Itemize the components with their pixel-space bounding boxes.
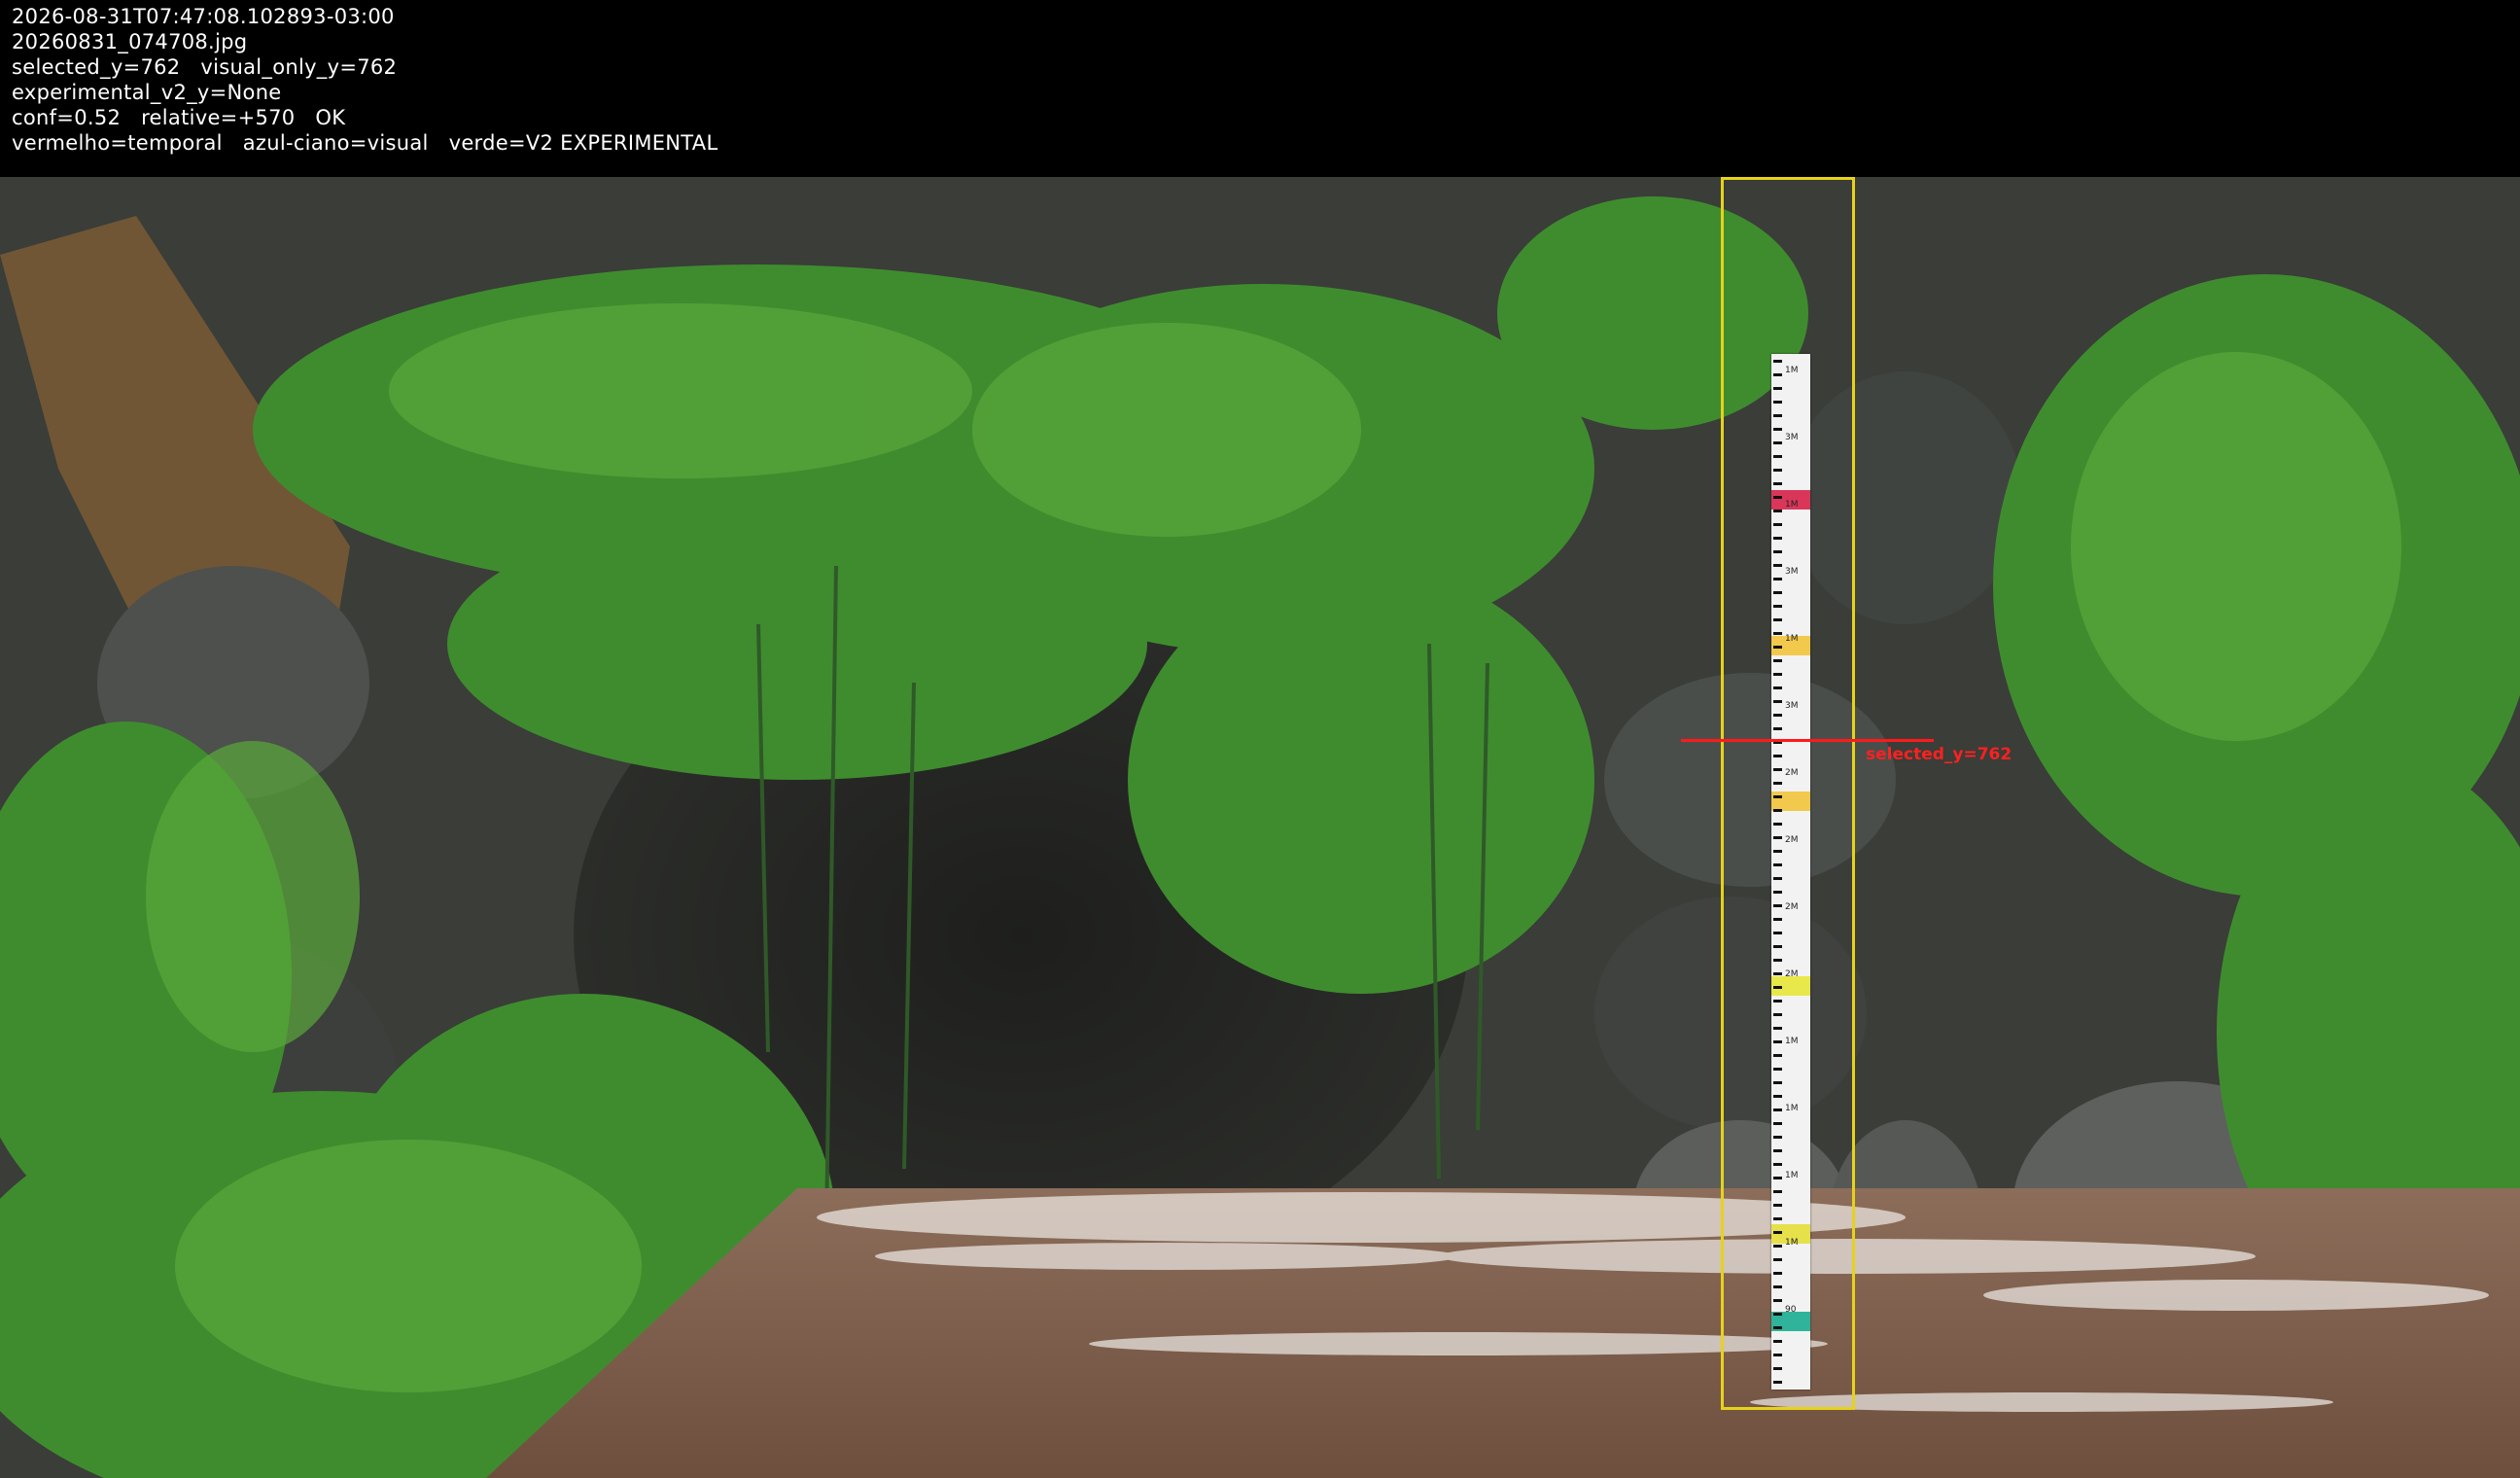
water-level-label: selected_y=762: [1866, 745, 2012, 764]
camera-frame: 1M 3M 1M 3M 1M 3M 2M 2M 2M 2M 1M 1M 1M 1M 90: [0, 177, 2520, 1478]
overlay-selected-y: selected_y=762 visual_only_y=762: [12, 55, 398, 79]
water-level-line: [1681, 739, 1934, 742]
overlay-confidence: conf=0.52 relative=+570 OK: [12, 106, 346, 129]
overlay-legend: vermelho=temporal azul-ciano=visual verd…: [12, 131, 718, 155]
overlay-timestamp: 2026-08-31T07:47:08.102893-03:00: [12, 5, 395, 28]
scene-illustration: [0, 177, 2520, 1478]
overlay-experimental-y: experimental_v2_y=None: [12, 81, 282, 104]
roi-box: [1721, 177, 1855, 1410]
overlay-filename: 20260831_074708.jpg: [12, 30, 248, 53]
overlay-header: 2026-08-31T07:47:08.102893-03:00 2026083…: [0, 0, 2520, 177]
